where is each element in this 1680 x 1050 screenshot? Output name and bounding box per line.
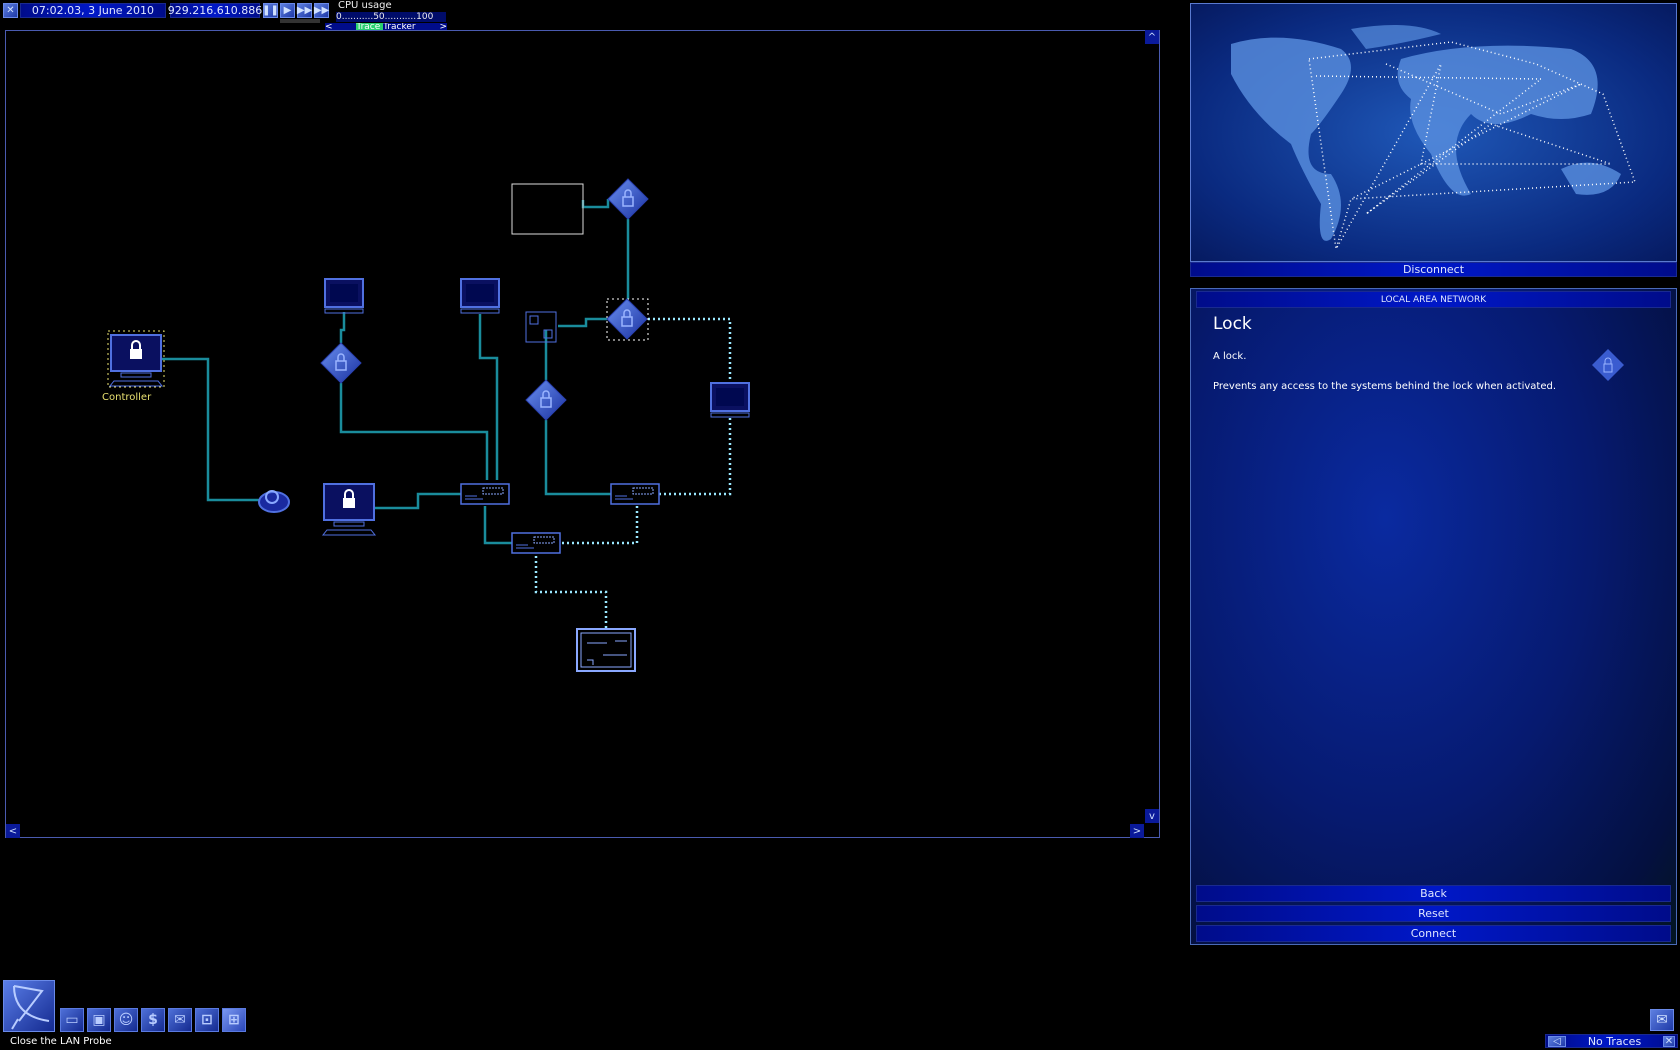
disconnect-button[interactable]: Disconnect <box>1190 262 1677 277</box>
locked-computer-node <box>322 483 376 536</box>
router-node <box>511 532 561 554</box>
panel-header: LOCAL AREA NETWORK <box>1196 291 1671 308</box>
lan-probe-icon[interactable]: ⊞ <box>222 1008 246 1032</box>
selected-lock-node <box>606 298 649 341</box>
close-traces-icon[interactable]: ✕ <box>1663 1035 1675 1047</box>
terminal-node <box>324 278 364 314</box>
lock-node <box>525 379 567 421</box>
terminal-node <box>710 382 750 418</box>
satellite-dish-icon <box>11 985 50 1030</box>
panel-title: Lock <box>1213 314 1252 334</box>
finance-icon[interactable]: $ <box>141 1008 165 1032</box>
map-graphic <box>1231 25 1637 250</box>
panel-line2: Prevents any access to the systems behin… <box>1213 381 1556 392</box>
reset-button[interactable]: Reset <box>1196 905 1671 922</box>
speaker-icon[interactable]: ◁ <box>1548 1035 1566 1047</box>
lan-info-panel: LOCAL AREA NETWORK Lock A lock. Prevents… <box>1190 288 1677 945</box>
phone-node <box>258 490 290 513</box>
uplink-menu-button[interactable] <box>3 980 55 1032</box>
traces-label: No Traces <box>1587 1034 1642 1048</box>
world-map[interactable] <box>1190 3 1677 262</box>
switch-node <box>525 311 557 343</box>
trace-status-bar: ◁ No Traces ✕ <box>1545 1034 1678 1048</box>
lock-node <box>320 342 362 384</box>
computer-icon[interactable]: ▭ <box>60 1008 84 1032</box>
lock-icon <box>1592 349 1624 381</box>
terminal-node <box>460 278 500 314</box>
panel-line1: A lock. <box>1213 351 1247 362</box>
person-icon[interactable]: ☺ <box>114 1008 138 1032</box>
software-icon[interactable]: ▣ <box>87 1008 111 1032</box>
mainframe-node <box>576 628 636 672</box>
lan-view-icon[interactable]: ⊡ <box>195 1008 219 1032</box>
mail-icon[interactable]: ✉ <box>1650 1009 1674 1031</box>
router-node <box>460 483 510 505</box>
back-button[interactable]: Back <box>1196 885 1671 902</box>
lock-node <box>607 178 649 220</box>
email-icon[interactable]: ✉ <box>168 1008 192 1032</box>
status-text: Close the LAN Probe <box>10 1036 112 1047</box>
controller-node <box>107 330 165 388</box>
controller-label: Controller <box>102 392 152 403</box>
connect-button[interactable]: Connect <box>1196 925 1671 942</box>
unknown-node-box <box>511 183 584 235</box>
router-node <box>610 483 660 505</box>
